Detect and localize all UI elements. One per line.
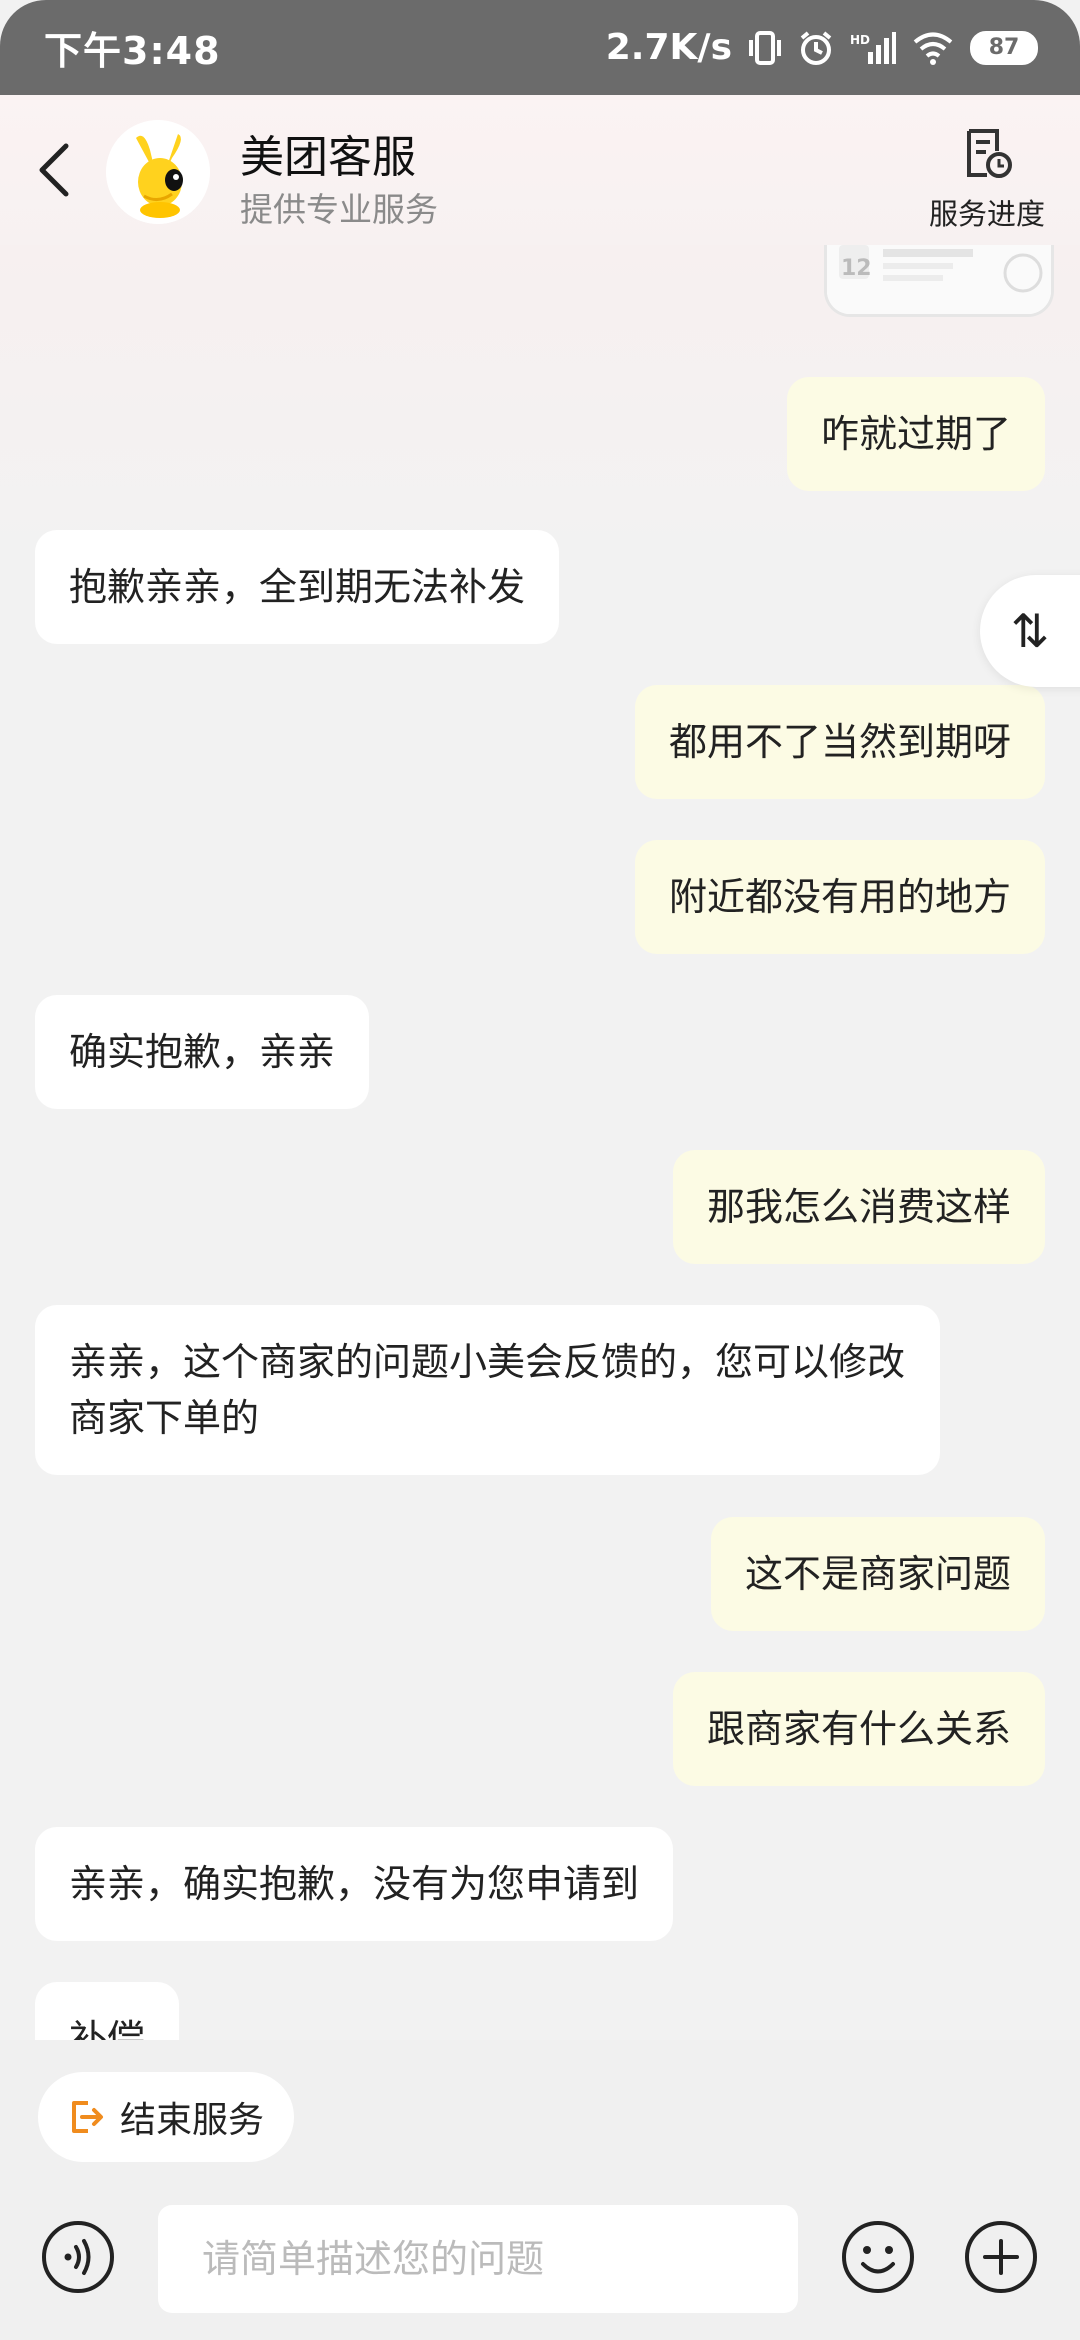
coupon-image-icon: 12	[827, 245, 1051, 314]
message-bubble-sent[interactable]: 跟商家有什么关系	[672, 1672, 1045, 1786]
alarm-icon	[800, 30, 832, 65]
sort-arrows-icon: ⇅	[1010, 604, 1050, 658]
exit-icon	[72, 2101, 103, 2133]
message-bubble-sent[interactable]: 附近都没有用的地方	[634, 840, 1045, 954]
service-progress-icon	[967, 129, 1012, 178]
end-service-label: 结束服务	[120, 2100, 265, 2141]
input-row	[0, 2205, 1080, 2325]
kangaroo-mascot-icon	[106, 120, 210, 224]
voice-input-button[interactable]	[40, 2219, 116, 2295]
scroll-toggle-button[interactable]: ⇅	[980, 575, 1080, 687]
message-bubble-sent[interactable]: 那我怎么消费这样	[672, 1150, 1045, 1264]
header-subtitle: 提供专业服务	[240, 190, 438, 229]
svg-text:12: 12	[841, 256, 872, 281]
avatar[interactable]	[106, 120, 210, 224]
message-bubble-sent[interactable]: 都用不了当然到期呀	[634, 685, 1045, 799]
end-service-button[interactable]: 结束服务	[38, 2072, 295, 2162]
svg-text:HD: HD	[850, 33, 870, 47]
message-bubble-received[interactable]: 亲亲，这个商家的问题小美会反馈的，您可以修改商家下单的	[35, 1305, 940, 1475]
message-bubble-received[interactable]: 确实抱歉，亲亲	[35, 995, 370, 1109]
service-progress-button[interactable]: 服务进度	[922, 125, 1052, 235]
status-time: 下午3:48	[44, 29, 221, 73]
more-options-button[interactable]	[963, 2219, 1039, 2295]
bottom-bar: 结束服务	[0, 2040, 1080, 2340]
message-input[interactable]	[158, 2205, 798, 2313]
chat-message-list[interactable]: 12 咋就过期了 抱歉亲亲，全到期无法补发 都用不了当然到期呀 附近都没有用的地…	[0, 245, 1080, 2040]
emoji-button[interactable]	[840, 2219, 916, 2295]
battery-icon: 87	[970, 30, 1038, 65]
signal-icon: HD	[850, 31, 896, 64]
message-bubble-received[interactable]: 补偿	[35, 1982, 180, 2040]
message-bubble-received[interactable]: 亲亲，确实抱歉，没有为您申请到	[35, 1827, 674, 1941]
vibrate-icon	[749, 30, 781, 65]
back-button[interactable]	[30, 140, 80, 200]
chat-header: 美团客服 提供专业服务 服务进度	[0, 95, 1080, 245]
status-icons: 2.7K/s HD 87	[606, 27, 1038, 68]
service-progress-label: 服务进度	[928, 197, 1045, 231]
wifi-icon	[913, 32, 953, 65]
message-bubble-received[interactable]: 抱歉亲亲，全到期无法补发	[35, 530, 560, 644]
net-speed: 2.7K/s	[605, 27, 732, 68]
phone-screen: 下午3:48 2.7K/s HD 87 美团客服 提供专业服务 服务进度 12 …	[0, 0, 1080, 2340]
message-bubble-sent[interactable]: 这不是商家问题	[710, 1517, 1045, 1631]
status-bar: 下午3:48 2.7K/s HD 87	[0, 0, 1080, 95]
header-title: 美团客服	[240, 132, 416, 183]
image-message-thumbnail[interactable]: 12	[824, 245, 1054, 317]
message-bubble-sent[interactable]: 咋就过期了	[786, 377, 1045, 491]
